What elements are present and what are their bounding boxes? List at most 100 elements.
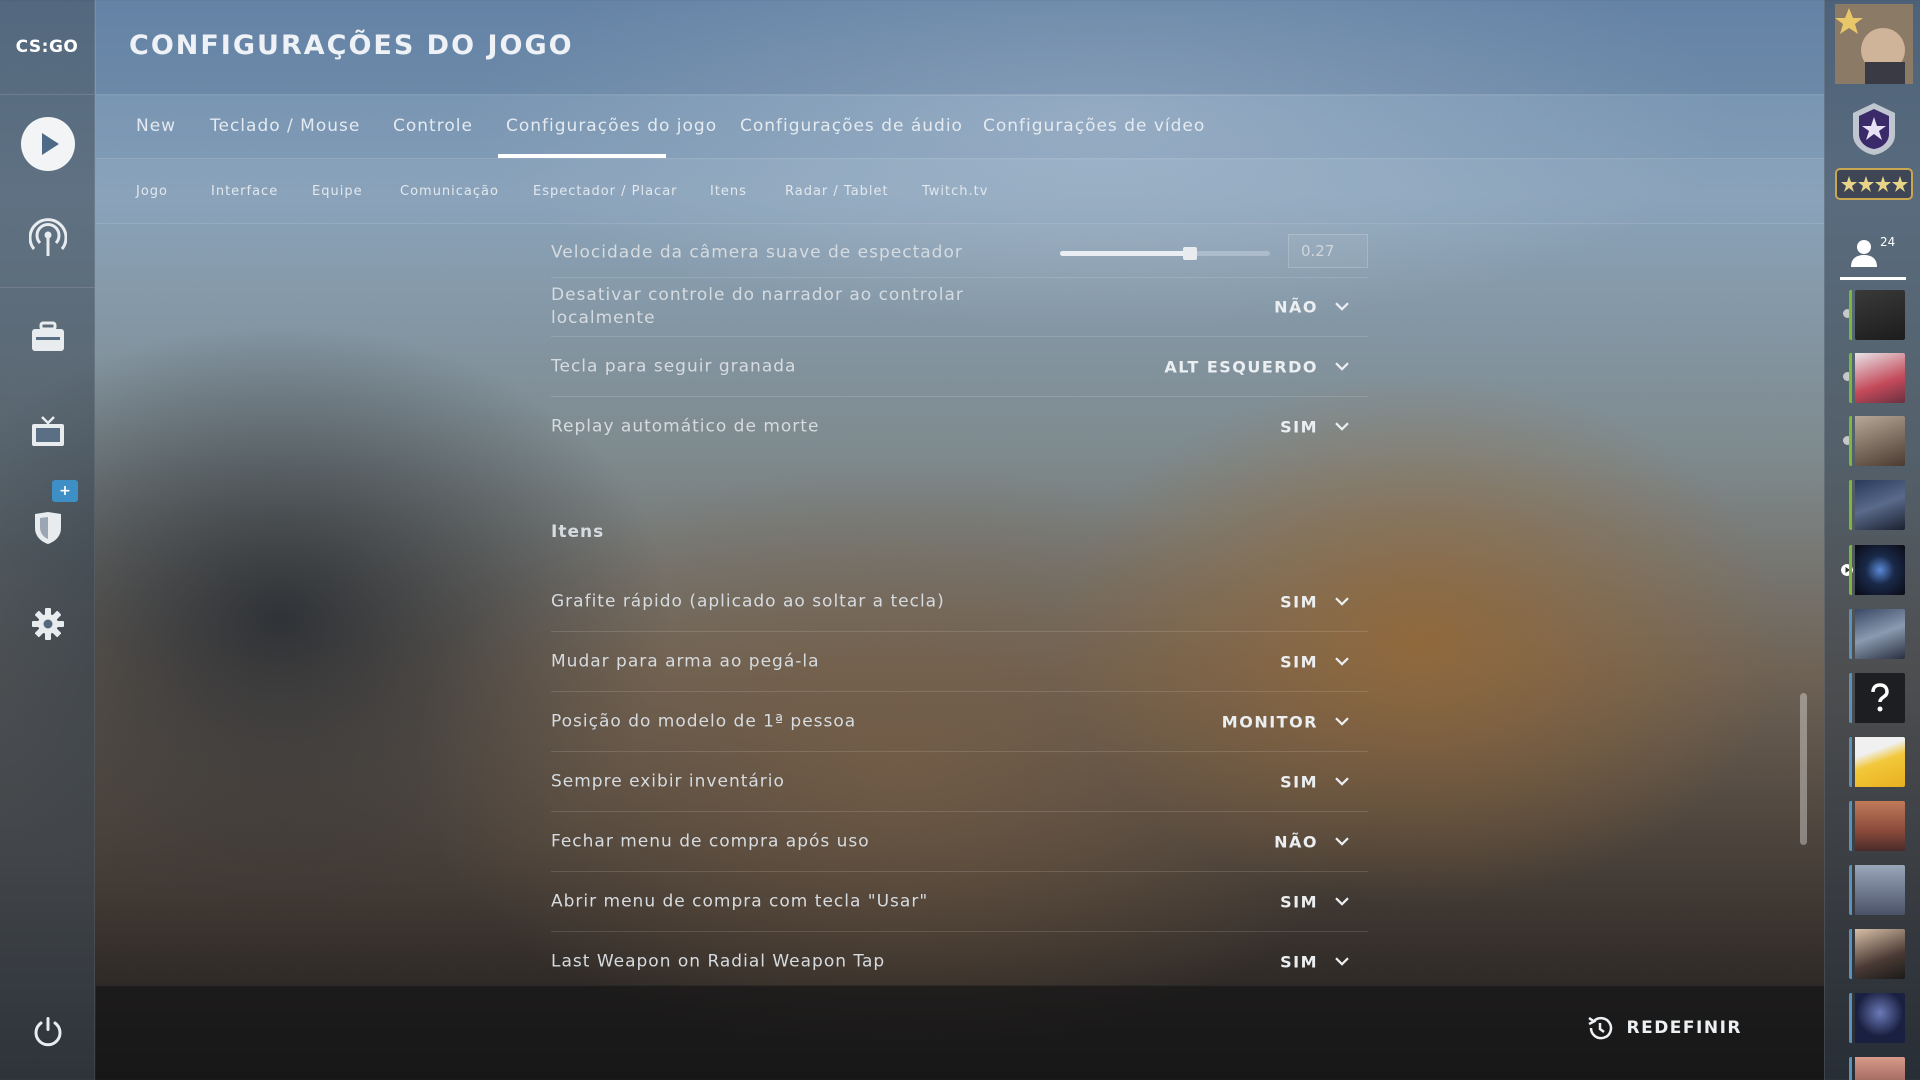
- setting-label: Last Weapon on Radial Weapon Tap: [551, 951, 886, 972]
- setting-row-close-buy-menu[interactable]: Fechar menu de compra após uso NÃO: [551, 812, 1368, 872]
- quit-button[interactable]: [0, 992, 95, 1072]
- profile-avatar[interactable]: [1835, 4, 1913, 84]
- friend-avatar[interactable]: [1849, 545, 1905, 595]
- setting-label: Posição do modelo de 1ª pessoa: [551, 711, 857, 731]
- chevron-down-icon[interactable]: [1334, 713, 1350, 729]
- setting-value[interactable]: MONITOR: [1222, 712, 1318, 731]
- tab-game-settings[interactable]: Configurações do jogo: [506, 116, 717, 136]
- setting-row-death-replay[interactable]: Replay automático de morte SIM: [551, 397, 1368, 457]
- friend-avatar[interactable]: [1849, 416, 1905, 466]
- subtab-spectator-scoreboard[interactable]: Espectador / Placar: [533, 184, 678, 199]
- play-icon: [20, 117, 75, 171]
- skill-group-badge[interactable]: [1835, 166, 1913, 202]
- rank-medal[interactable]: [1835, 98, 1913, 160]
- setting-value[interactable]: ALT ESQUERDO: [1164, 357, 1318, 376]
- plus-badge: +: [52, 480, 78, 502]
- friend-avatar[interactable]: [1849, 673, 1905, 723]
- active-tab-indicator: [498, 154, 666, 158]
- setting-value[interactable]: NÃO: [1274, 832, 1318, 851]
- friend-avatar[interactable]: [1849, 737, 1905, 787]
- power-icon: [34, 1017, 61, 1047]
- setting-value[interactable]: SIM: [1280, 592, 1318, 611]
- setting-row-switch-weapon[interactable]: Mudar para arma ao pegá-la SIM: [551, 632, 1368, 692]
- friend-avatar[interactable]: [1849, 929, 1905, 979]
- tab-audio-settings[interactable]: Configurações de áudio: [740, 116, 963, 136]
- setting-value[interactable]: SIM: [1280, 772, 1318, 791]
- setting-row-viewmodel-position[interactable]: Posição do modelo de 1ª pessoa MONITOR: [551, 692, 1368, 752]
- right-panel: 24: [1824, 0, 1920, 1080]
- setting-value[interactable]: SIM: [1280, 418, 1318, 437]
- setting-label: Abrir menu de compra com tecla "Usar": [551, 891, 929, 911]
- subtabs-bar: Jogo Interface Equipe Comunicação Espect…: [96, 160, 1824, 224]
- setting-label: Desativar controle do narrador ao contro…: [551, 285, 964, 328]
- camera-speed-input[interactable]: [1288, 234, 1368, 268]
- setting-label: Grafite rápido (aplicado ao soltar a tec…: [551, 591, 945, 611]
- csgo-logo[interactable]: CS:GO: [0, 0, 94, 95]
- setting-value[interactable]: SIM: [1280, 652, 1318, 671]
- reset-button[interactable]: REDEFINIR: [1586, 1014, 1742, 1042]
- chevron-down-icon[interactable]: [1334, 833, 1350, 849]
- tab-video-settings[interactable]: Configurações de vídeo: [983, 116, 1205, 136]
- chevron-down-icon[interactable]: [1334, 418, 1350, 434]
- camera-speed-slider[interactable]: [1060, 247, 1270, 260]
- setting-row-last-weapon-radial[interactable]: Last Weapon on Radial Weapon Tap SIM: [551, 932, 1368, 992]
- subtab-team[interactable]: Equipe: [312, 184, 363, 199]
- gear-icon: [31, 608, 64, 640]
- friends-button[interactable]: 24: [1840, 232, 1906, 280]
- chevron-down-icon[interactable]: [1334, 358, 1350, 374]
- chevron-down-icon[interactable]: [1334, 298, 1350, 314]
- setting-value[interactable]: SIM: [1280, 953, 1318, 972]
- section-title-items: Itens: [551, 522, 605, 542]
- inventory-icon: [31, 321, 64, 351]
- subtab-items[interactable]: Itens: [710, 184, 747, 199]
- setting-value[interactable]: SIM: [1280, 892, 1318, 911]
- setting-label: Tecla para seguir granada: [551, 356, 797, 376]
- broadcast-icon: [28, 218, 67, 256]
- tab-controller[interactable]: Controle: [393, 116, 473, 136]
- friend-avatar[interactable]: [1849, 993, 1905, 1043]
- friend-avatar[interactable]: [1849, 609, 1905, 659]
- chevron-down-icon[interactable]: [1334, 893, 1350, 909]
- history-icon: [1588, 1016, 1613, 1040]
- inventory-button[interactable]: [0, 297, 95, 377]
- medal-icon: [1853, 103, 1895, 155]
- slider-fill: [1060, 251, 1191, 256]
- tab-new[interactable]: New: [136, 116, 176, 136]
- setting-row-grenade-key[interactable]: Tecla para seguir granada ALT ESQUERDO: [551, 337, 1368, 397]
- slider-thumb[interactable]: [1183, 247, 1198, 260]
- setting-row-quick-graffiti[interactable]: Grafite rápido (aplicado ao soltar a tec…: [551, 572, 1368, 632]
- tv-icon: [31, 416, 64, 446]
- setting-row-narrator[interactable]: Desativar controle do narrador ao contro…: [551, 278, 1368, 337]
- friend-avatar[interactable]: [1849, 353, 1905, 403]
- left-nav: CS:GO +: [0, 0, 95, 1080]
- setting-label: Mudar para arma ao pegá-la: [551, 651, 820, 671]
- friend-avatar[interactable]: [1849, 865, 1905, 915]
- operation-button[interactable]: +: [0, 480, 95, 568]
- watch-live-button[interactable]: [0, 198, 95, 278]
- subtab-radar-tablet[interactable]: Radar / Tablet: [785, 184, 889, 199]
- setting-row-open-buy-menu-use[interactable]: Abrir menu de compra com tecla "Usar" SI…: [551, 872, 1368, 932]
- setting-row-always-show-inventory[interactable]: Sempre exibir inventário SIM: [551, 752, 1368, 812]
- subtab-twitch[interactable]: Twitch.tv: [922, 184, 988, 199]
- chevron-down-icon[interactable]: [1334, 653, 1350, 669]
- setting-row-camera-speed: Velocidade da câmera suave de espectador: [551, 228, 1368, 278]
- reset-label: REDEFINIR: [1626, 1018, 1742, 1038]
- chevron-down-icon[interactable]: [1334, 953, 1350, 969]
- play-button[interactable]: [0, 104, 95, 184]
- watch-button[interactable]: [0, 392, 95, 472]
- setting-value[interactable]: NÃO: [1274, 298, 1318, 317]
- friends-count: 24: [1880, 235, 1896, 249]
- subtab-game[interactable]: Jogo: [136, 184, 168, 199]
- subtab-communication[interactable]: Comunicação: [400, 184, 499, 199]
- chevron-down-icon[interactable]: [1334, 593, 1350, 609]
- friend-avatar[interactable]: [1849, 290, 1905, 340]
- subtab-interface[interactable]: Interface: [211, 184, 278, 199]
- friend-avatar[interactable]: [1849, 480, 1905, 530]
- chevron-down-icon[interactable]: [1334, 773, 1350, 789]
- tabs-bar: New Teclado / Mouse Controle Configuraçõ…: [96, 96, 1824, 159]
- friend-avatar[interactable]: [1849, 1057, 1905, 1080]
- tab-keyboard-mouse[interactable]: Teclado / Mouse: [210, 116, 360, 136]
- settings-button[interactable]: [0, 584, 95, 664]
- settings-scrollbar[interactable]: [1800, 693, 1807, 845]
- friend-avatar[interactable]: [1849, 801, 1905, 851]
